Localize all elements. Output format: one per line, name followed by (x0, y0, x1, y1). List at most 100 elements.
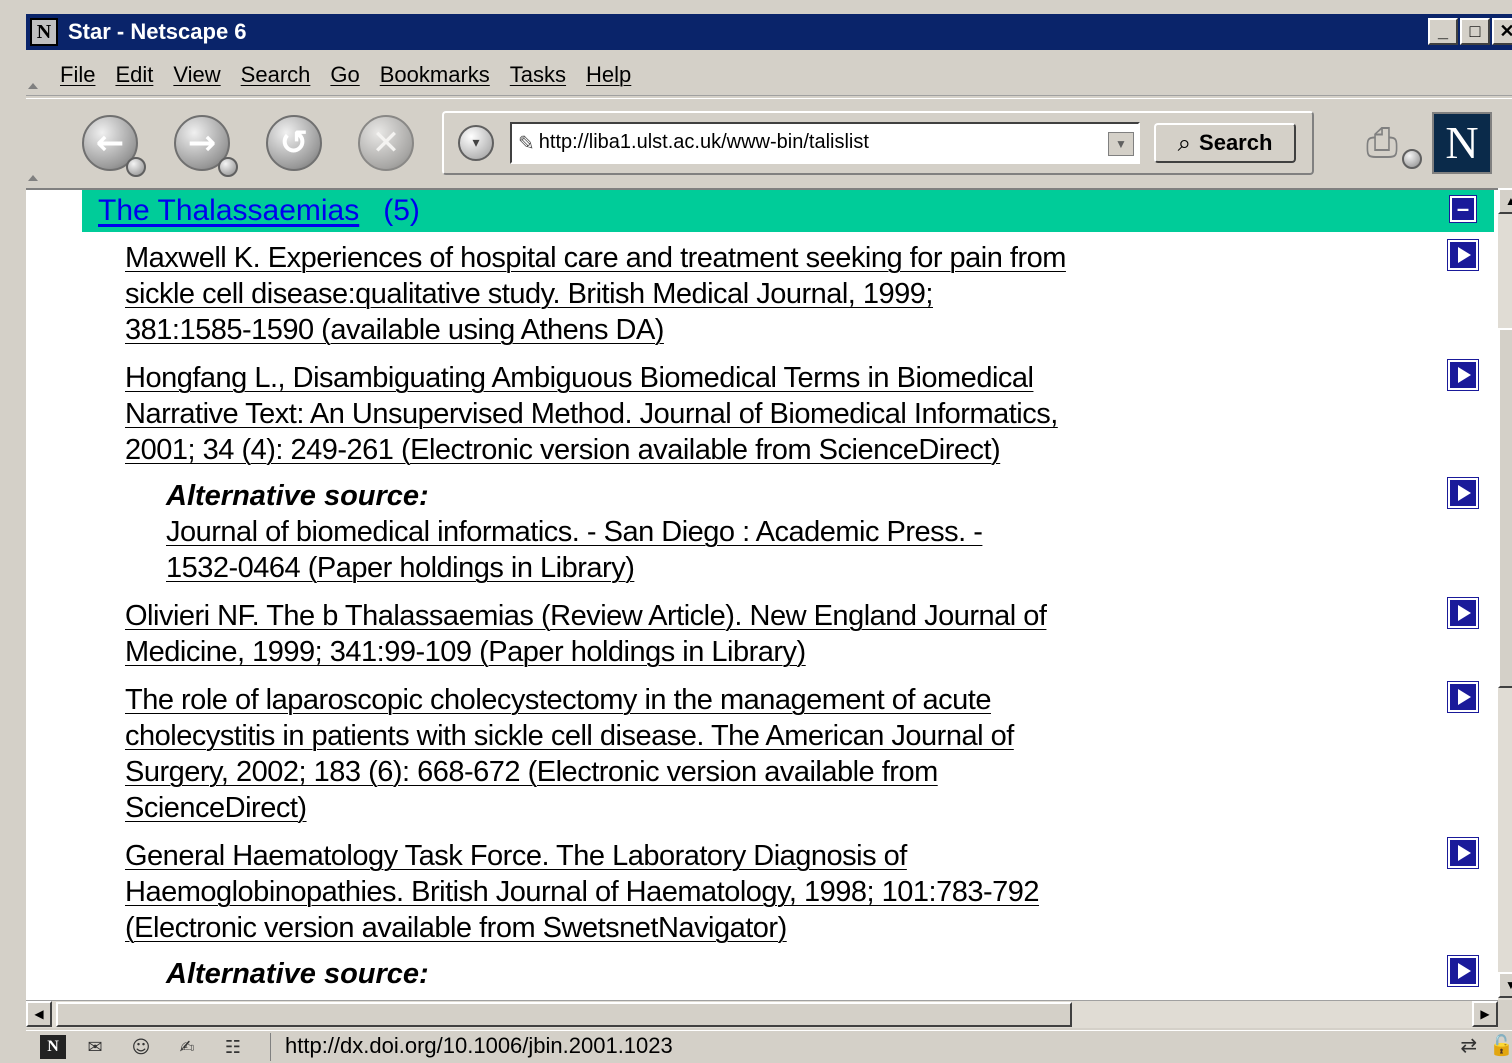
status-text: http://dx.doi.org/10.1006/jbin.2001.1023 (270, 1033, 1350, 1061)
reload-icon: ↺ (279, 122, 309, 163)
title-bar: N Star - Netscape 6 _ □ ✕ (26, 14, 1512, 50)
reference-line: Surgery, 2002; 183 (6): 668-672 (Electro… (125, 756, 938, 788)
close-button[interactable]: ✕ (1492, 18, 1512, 45)
menu-tasks[interactable]: Tasks (510, 62, 566, 88)
go-button[interactable]: ▾ (458, 124, 494, 161)
vertical-scroll-thumb[interactable] (1498, 328, 1512, 688)
view-alternative-button[interactable] (1447, 477, 1479, 509)
page-proxy-icon[interactable]: ✎ (518, 131, 535, 155)
reference-line: 2001; 34 (4): 249-261 (Electronic versio… (125, 434, 1001, 466)
reference-line: Medicine, 1999; 341:99-109 (Paper holdin… (125, 636, 806, 668)
netscape-app-icon[interactable]: N (30, 18, 58, 46)
url-history-dropdown[interactable]: ▼ (1108, 131, 1134, 156)
scroll-up-button[interactable]: ▲ (1498, 188, 1512, 214)
chevron-down-icon: ▼ (1115, 136, 1127, 151)
arrow-left-icon: ◀ (34, 1007, 44, 1021)
status-indicators: ⇄ 🔓 (1460, 1033, 1512, 1057)
reference-link[interactable]: General Haematology Task Force. The Labo… (125, 838, 1185, 946)
scroll-left-button[interactable]: ◀ (26, 1001, 52, 1027)
view-reference-button[interactable] (1447, 681, 1479, 713)
back-button[interactable]: ← (82, 114, 146, 177)
menu-view[interactable]: View (173, 62, 220, 88)
alternative-source-label: Alternative source: (166, 480, 429, 512)
section-title-link[interactable]: The Thalassaemias (98, 194, 359, 228)
alternative-source-label: Alternative source: (166, 958, 429, 990)
forward-button[interactable]: → (174, 114, 238, 177)
reference-line: Narrative Text: An Unsupervised Method. … (125, 398, 1058, 430)
reference-link[interactable]: The role of laparoscopic cholecystectomy… (125, 682, 1185, 826)
composer-icon[interactable]: ✍ (170, 1034, 204, 1060)
view-reference-button[interactable] (1447, 597, 1479, 629)
vertical-scrollbar[interactable]: ▲ ▼ (1498, 188, 1512, 1000)
scroll-right-button[interactable]: ▶ (1472, 1001, 1498, 1027)
reference-line: Journal of biomedical informatics. - San… (166, 516, 983, 548)
reference-line: 1532-0464 (Paper holdings in Library) (166, 552, 635, 584)
menu-bar: File Edit View Search Go Bookmarks Tasks… (26, 54, 1512, 96)
reference-line: ScienceDirect) (125, 792, 307, 824)
reference-line: General Haematology Task Force. The Labo… (125, 840, 907, 872)
reference-link[interactable]: Hongfang L., Disambiguating Ambiguous Bi… (125, 360, 1185, 468)
url-text[interactable]: http://liba1.ulst.ac.uk/www-bin/talislis… (539, 131, 869, 154)
view-reference-button[interactable] (1447, 837, 1479, 869)
reload-button[interactable]: ↺ (266, 114, 322, 171)
menubar-grip[interactable] (26, 54, 38, 95)
mail-icon[interactable]: ✉ (78, 1034, 112, 1060)
reference-link[interactable]: Olivieri NF. The b Thalassaemias (Review… (125, 598, 1185, 670)
arrow-down-icon: ▼ (1505, 978, 1512, 992)
security-lock-icon[interactable]: 🔓 (1489, 1033, 1512, 1057)
reference-line: (Electronic version available from Swets… (125, 912, 787, 944)
netscape-throbber[interactable]: N (1432, 111, 1492, 174)
reference-line: sickle cell disease:qualitative study. B… (125, 278, 934, 310)
forward-arrow-icon: → (187, 122, 217, 163)
view-alternative-button[interactable] (1447, 955, 1479, 987)
url-toolbar: ▾ ✎ http://liba1.ulst.ac.uk/www-bin/tali… (442, 110, 1314, 175)
browser-window: N Star - Netscape 6 _ □ ✕ File Edit View… (0, 0, 1512, 1063)
print-dropdown-icon[interactable] (1402, 148, 1422, 169)
menu-edit[interactable]: Edit (115, 62, 153, 88)
section-count: (5) (383, 194, 420, 227)
reference-line: cholecystitis in patients with sickle ce… (125, 720, 1014, 752)
maximize-button[interactable]: □ (1460, 18, 1490, 45)
address-book-icon[interactable]: ☷ (216, 1034, 250, 1060)
url-field[interactable]: ✎ http://liba1.ulst.ac.uk/www-bin/talisl… (510, 121, 1140, 164)
stop-button[interactable]: ✕ (358, 114, 414, 171)
reference-line: Maxwell K. Experiences of hospital care … (125, 242, 1066, 274)
menu-file[interactable]: File (60, 62, 95, 88)
online-status-icon[interactable]: ⇄ (1460, 1033, 1477, 1057)
print-button[interactable]: ⎙ (1340, 113, 1424, 173)
menu-help[interactable]: Help (586, 62, 631, 88)
minus-icon: – (1456, 196, 1470, 221)
reference-line: 381:1585-1590 (available using Athens DA… (125, 314, 664, 346)
stop-icon: ✕ (371, 122, 401, 163)
menu-search[interactable]: Search (241, 62, 311, 88)
search-button[interactable]: ⌕ Search (1154, 122, 1296, 163)
window-controls: _ □ ✕ (1428, 18, 1512, 45)
alternative-source-link[interactable]: Journal of biomedical informatics. - San… (166, 514, 1126, 586)
reference-line: Haemoglobinopathies. British Journal of … (125, 876, 1040, 908)
reference-link[interactable]: Maxwell K. Experiences of hospital care … (125, 240, 1185, 348)
menu-bookmarks[interactable]: Bookmarks (380, 62, 490, 88)
reference-line: Hongfang L., Disambiguating Ambiguous Bi… (125, 362, 1034, 394)
section-header: The Thalassaemias (5) – (82, 190, 1494, 232)
arrow-right-icon: ▶ (1480, 1007, 1490, 1021)
reference-line: Olivieri NF. The b Thalassaemias (Review… (125, 600, 1047, 632)
horizontal-scroll-thumb[interactable] (56, 1002, 1072, 1027)
menu-go[interactable]: Go (330, 62, 359, 88)
scroll-down-button[interactable]: ▼ (1498, 972, 1512, 998)
printer-icon: ⎙ (1366, 119, 1398, 166)
instant-messenger-icon[interactable]: ☺ (124, 1034, 158, 1060)
minimize-button[interactable]: _ (1428, 18, 1458, 45)
view-reference-button[interactable] (1447, 359, 1479, 391)
view-reference-button[interactable] (1447, 239, 1479, 271)
forward-dropdown-icon[interactable] (218, 156, 238, 177)
collapse-section-button[interactable]: – (1449, 195, 1477, 223)
go-chevron-icon: ▾ (472, 134, 480, 150)
back-arrow-icon: ← (95, 122, 125, 163)
navigator-icon[interactable]: N (40, 1035, 66, 1059)
arrow-up-icon: ▲ (1505, 194, 1512, 208)
navigation-toolbar: ← → ↺ ✕ ▾ ✎ http://liba1.ulst.ac.uk/www-… (26, 98, 1512, 186)
toolbar-grip[interactable] (26, 99, 38, 187)
horizontal-scrollbar[interactable]: ◀ ▶ (26, 1000, 1498, 1028)
magnifier-icon: ⌕ (1177, 128, 1192, 157)
back-dropdown-icon[interactable] (126, 156, 146, 177)
